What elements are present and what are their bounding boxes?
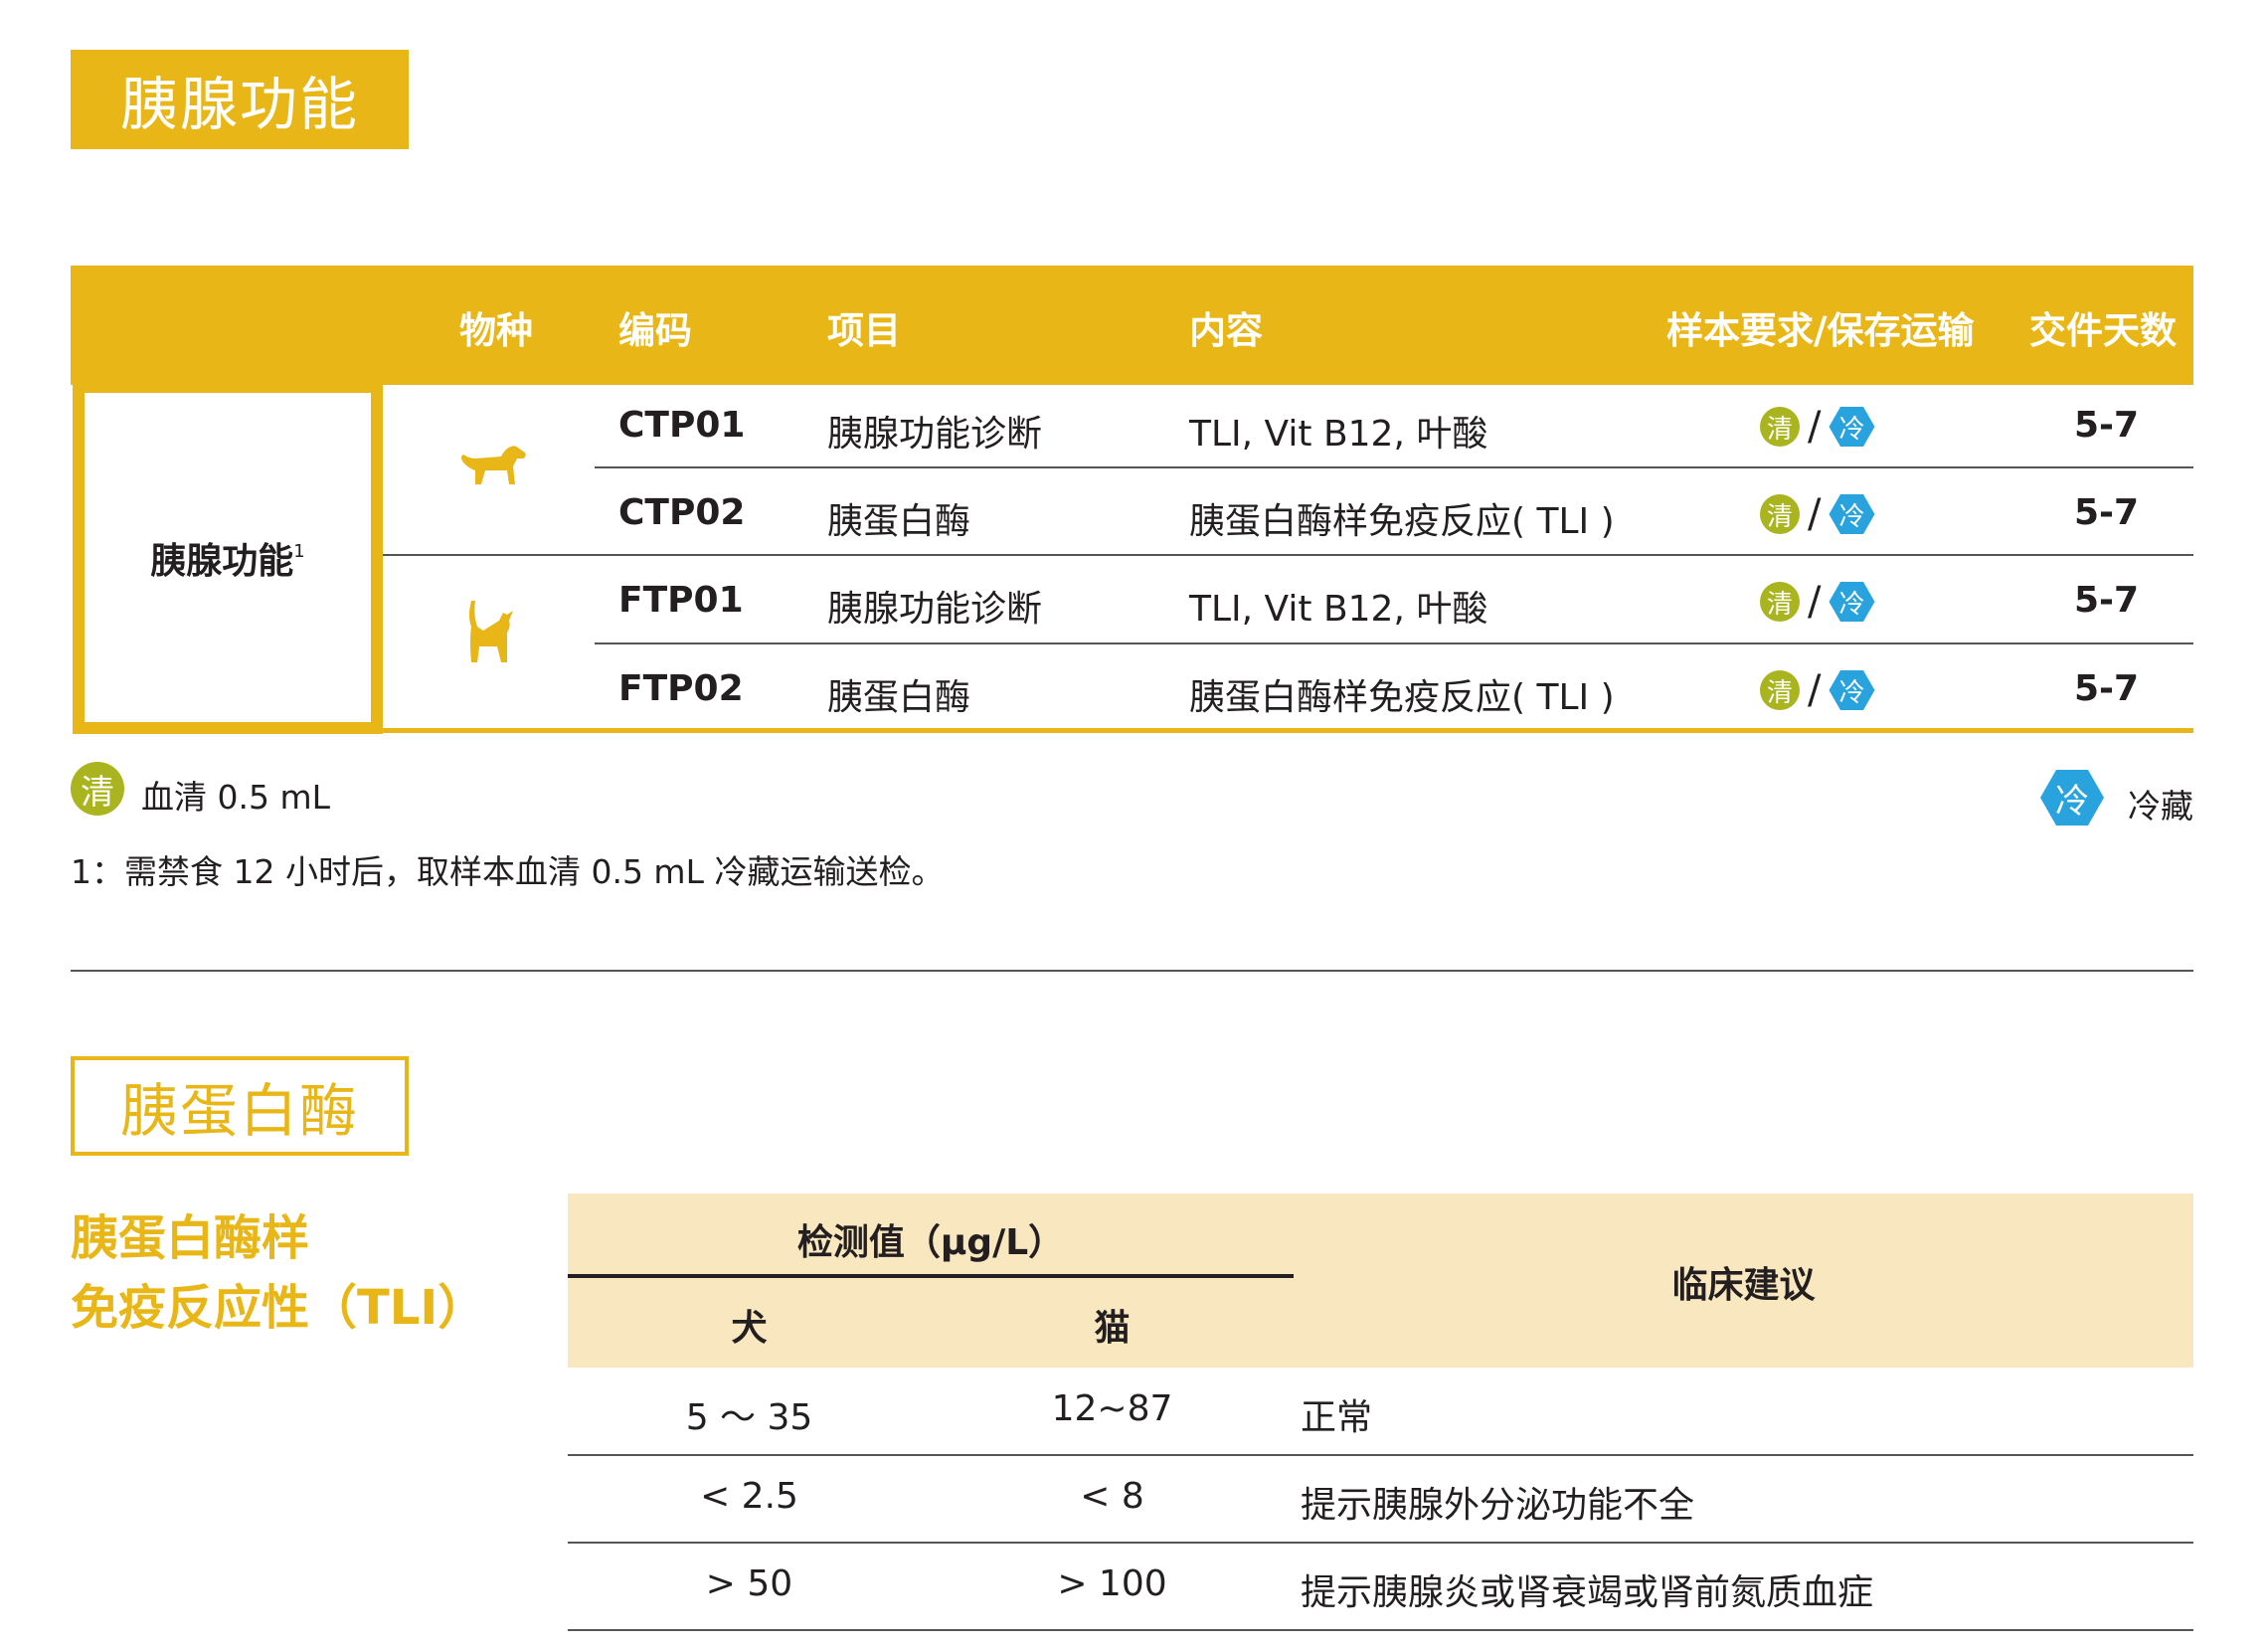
row4-code: FTP02 — [618, 668, 744, 709]
cold-icon: 冷 — [1829, 407, 1875, 447]
tli-row-divider — [568, 1542, 2193, 1544]
header-content: 内容 — [1189, 309, 1263, 352]
row-divider — [595, 642, 2193, 644]
category-box: 胰腺功能1 — [73, 381, 383, 734]
serum-icon: 清 — [1760, 582, 1800, 622]
serum-icon: 清 — [1760, 670, 1800, 710]
row3-sample: 清 / 冷 — [1760, 579, 1875, 625]
tli-row1-dog: 5 ～ 35 — [685, 1397, 813, 1438]
tli-row2-dog: < 2.5 — [700, 1476, 798, 1517]
row1-days: 5-7 — [2074, 405, 2140, 446]
section-separator — [71, 970, 2193, 972]
tli-header-rule — [568, 1274, 1294, 1278]
row2-content: 胰蛋白酶样免疫反应( TLI ) — [1189, 501, 1615, 542]
tli-row1-advice: 正常 — [1301, 1397, 1373, 1438]
cold-icon: 冷 — [1829, 582, 1875, 622]
row2-days: 5-7 — [2074, 492, 2140, 533]
cat-icon — [463, 597, 519, 670]
category-label: 胰腺功能1 — [150, 540, 305, 582]
row2-code: CTP02 — [618, 492, 746, 533]
row1-content: TLI, Vit B12, 叶酸 — [1189, 414, 1488, 455]
row2-item: 胰蛋白酶 — [827, 501, 971, 542]
row3-code: FTP01 — [618, 580, 744, 621]
row1-code: CTP01 — [618, 405, 746, 446]
tli-row2-cat: < 8 — [1080, 1476, 1144, 1517]
species-divider — [383, 554, 2193, 556]
row4-item: 胰蛋白酶 — [827, 677, 971, 718]
cold-icon: 冷 — [1829, 494, 1875, 534]
row4-sample: 清 / 冷 — [1760, 667, 1875, 713]
slash: / — [1808, 404, 1822, 450]
footnote: 1：需禁食 12 小时后，取样本血清 0.5 mL 冷藏运输送检。 — [71, 852, 945, 891]
tli-header-cat: 猫 — [1094, 1308, 1131, 1349]
tli-row3-dog: > 50 — [705, 1563, 793, 1604]
tli-row3-cat: > 100 — [1057, 1563, 1167, 1604]
table-bottom-rule — [383, 728, 2193, 733]
tli-title-line1: 胰蛋白酶样 — [71, 1210, 310, 1266]
legend-serum-text: 血清 0.5 mL — [141, 778, 330, 817]
legend-serum-icon: 清 — [71, 762, 124, 816]
tli-row-divider — [568, 1629, 2193, 1631]
row3-item: 胰腺功能诊断 — [827, 589, 1043, 630]
tli-row-divider — [568, 1454, 2193, 1456]
cold-icon: 冷 — [1829, 670, 1875, 710]
tli-title-line2: 免疫反应性（TLI） — [71, 1280, 486, 1336]
header-species: 物种 — [459, 309, 533, 352]
row-divider — [595, 466, 2193, 468]
tli-header-advice: 临床建议 — [1671, 1265, 1816, 1306]
tli-row1-cat: 12~87 — [1051, 1388, 1173, 1429]
slash: / — [1808, 491, 1822, 537]
row3-content: TLI, Vit B12, 叶酸 — [1189, 589, 1488, 630]
dog-icon — [457, 441, 527, 492]
section-title-trypsin: 胰蛋白酶 — [71, 1056, 409, 1156]
slash: / — [1808, 667, 1822, 713]
row4-content: 胰蛋白酶样免疫反应( TLI ) — [1189, 677, 1615, 718]
row2-sample: 清 / 冷 — [1760, 491, 1875, 537]
legend-cold-text: 冷藏 — [2128, 787, 2193, 825]
header-item: 项目 — [827, 309, 901, 352]
row4-days: 5-7 — [2074, 668, 2140, 709]
tli-row3-advice: 提示胰腺炎或肾衰竭或肾前氮质血症 — [1301, 1572, 1874, 1613]
tli-row2-advice: 提示胰腺外分泌功能不全 — [1301, 1485, 1695, 1526]
header-days: 交件天数 — [2029, 309, 2177, 352]
legend-cold-icon: 冷 — [2040, 770, 2104, 825]
header-sample: 样本要求/保存运输 — [1666, 309, 1975, 352]
slash: / — [1808, 579, 1822, 625]
tli-header-dog: 犬 — [731, 1308, 768, 1349]
tli-header-value: 检测值（μg/L） — [796, 1222, 1065, 1263]
header-code: 编码 — [618, 309, 692, 352]
section-title-pancreas-function: 胰腺功能 — [71, 50, 409, 149]
serum-icon: 清 — [1760, 407, 1800, 447]
row1-sample: 清 / 冷 — [1760, 404, 1875, 450]
row1-item: 胰腺功能诊断 — [827, 414, 1043, 455]
row3-days: 5-7 — [2074, 580, 2140, 621]
serum-icon: 清 — [1760, 494, 1800, 534]
